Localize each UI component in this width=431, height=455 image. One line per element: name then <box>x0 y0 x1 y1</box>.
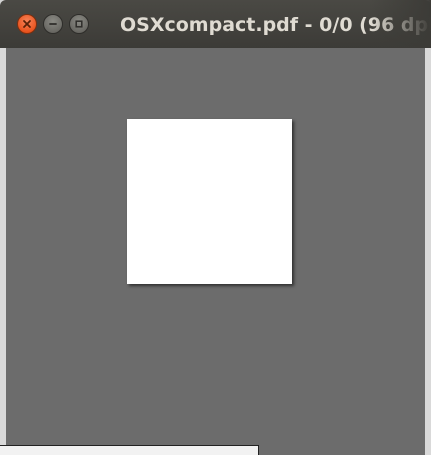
title-fade <box>371 0 431 48</box>
close-icon <box>23 20 31 28</box>
title-bar[interactable]: OSXcompact.pdf - 0/0 (96 dpi) <box>0 0 431 48</box>
status-box <box>0 445 259 455</box>
close-button[interactable] <box>17 14 37 34</box>
window-frame-right <box>425 48 431 455</box>
minimize-icon <box>49 23 57 25</box>
minimize-button[interactable] <box>43 14 63 34</box>
maximize-button[interactable] <box>69 14 89 34</box>
maximize-icon <box>75 20 83 28</box>
pdf-viewer-window: OSXcompact.pdf - 0/0 (96 dpi) <box>0 0 431 455</box>
pdf-page[interactable] <box>127 119 292 284</box>
